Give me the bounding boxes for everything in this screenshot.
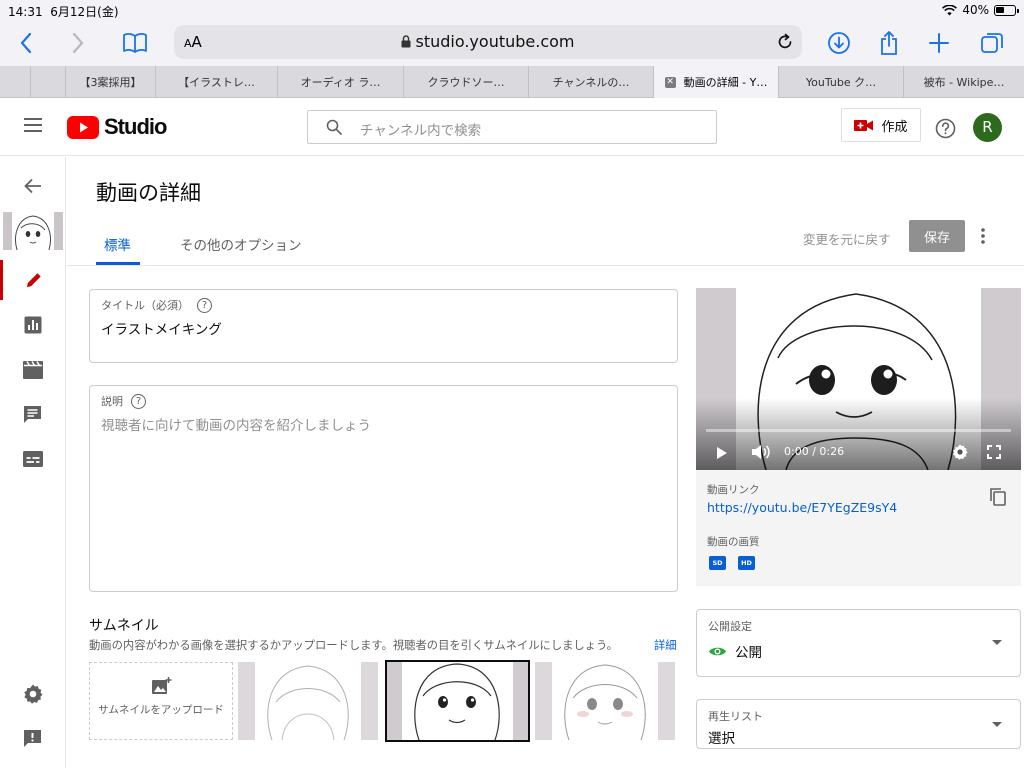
forward-icon[interactable] <box>63 28 93 58</box>
add-photo-icon <box>152 677 172 695</box>
copy-icon[interactable] <box>989 487 1007 507</box>
status-time: 14:31 6月12日(金) <box>8 5 119 19</box>
youtube-logo-icon <box>67 115 99 139</box>
dropdown-caret-icon <box>992 640 1002 645</box>
volume-icon[interactable] <box>751 444 770 460</box>
status-bar: 14:31 6月12日(金) 40% <box>0 0 1024 20</box>
video-settings-gear-icon[interactable] <box>952 444 968 460</box>
search-placeholder: チャンネル内で検索 <box>360 123 482 139</box>
browser-tab-active[interactable]: ✕ 動画の詳細 - Y… <box>653 66 778 98</box>
save-button[interactable]: 保存 <box>909 220 965 252</box>
description-textarea[interactable]: 視聴者に向けて動画の内容を紹介しましょう <box>101 414 371 434</box>
thumbnail-option-3[interactable] <box>535 662 675 740</box>
tab-more-options[interactable]: その他のオプション <box>180 234 302 254</box>
description-field[interactable]: 説明 ? 視聴者に向けて動画の内容を紹介しましょう <box>89 385 678 592</box>
undo-changes-button[interactable]: 変更を元に戻す <box>803 229 891 248</box>
feedback-icon[interactable] <box>0 718 65 758</box>
thumbnail-heading: サムネイル <box>89 618 159 634</box>
lock-icon <box>401 35 411 48</box>
page-title: 動画の詳細 <box>96 181 201 205</box>
video-quality-label: 動画の画質 <box>707 536 760 548</box>
details-edit-icon[interactable] <box>0 260 65 300</box>
help-icon[interactable]: ? <box>131 393 146 409</box>
subtitles-icon[interactable] <box>0 439 65 479</box>
browser-tab[interactable] <box>30 66 65 98</box>
browser-tab[interactable]: 【3案採用】 <box>65 66 155 98</box>
thumbnail-learn-more-link[interactable]: 詳細 <box>654 637 677 653</box>
more-vert-icon[interactable] <box>976 226 990 246</box>
help-icon[interactable] <box>935 118 956 139</box>
comments-icon[interactable] <box>0 394 65 434</box>
description-field-label: 説明 ? <box>101 393 146 409</box>
video-preview-card: 0:00 / 0:26 動画リンク https://youtu.be/E7YEg… <box>696 288 1021 586</box>
account-avatar[interactable]: R <box>973 113 1002 142</box>
reload-icon[interactable] <box>776 33 794 51</box>
visibility-select[interactable]: 公開設定 公開 <box>696 609 1021 677</box>
studio-sidebar <box>0 157 66 768</box>
battery-icon <box>994 4 1019 16</box>
wifi-icon <box>942 4 958 16</box>
downloads-icon[interactable] <box>824 28 854 58</box>
search-icon <box>326 119 342 135</box>
thumbnail-description: 動画の内容がわかる画像を選択するかアップロードします。視聴者の目を引くサムネイル… <box>89 639 618 652</box>
bookmarks-icon[interactable] <box>120 28 150 58</box>
battery-percent: 40% <box>962 3 989 17</box>
close-tab-icon[interactable]: ✕ <box>664 76 676 88</box>
studio-logo[interactable]: Studio <box>67 114 167 140</box>
visibility-value: 公開 <box>735 645 762 661</box>
browser-tab[interactable]: 【イラストレ… <box>155 66 277 98</box>
analytics-icon[interactable] <box>0 305 65 345</box>
back-to-videos-icon[interactable] <box>0 166 65 206</box>
browser-tab-strip: 【3案採用】 【イラストレ… オーディオ ラ… クラウドソー… チャンネルの… … <box>0 66 1024 98</box>
title-field[interactable]: タイトル（必須） ? イラストメイキング <box>89 289 678 363</box>
playlist-label: 再生リスト <box>708 710 763 723</box>
browser-tab[interactable]: クラウドソー… <box>403 66 528 98</box>
title-input[interactable]: イラストメイキング <box>101 318 222 338</box>
video-player[interactable]: 0:00 / 0:26 <box>696 288 1021 470</box>
share-icon[interactable] <box>874 28 904 58</box>
video-link-label: 動画リンク <box>707 484 760 496</box>
thumbnail-option-1[interactable] <box>238 662 378 740</box>
hd-quality-badge: HD <box>738 556 755 570</box>
studio-header: Studio チャンネル内で検索 作成 R <box>0 98 1024 156</box>
url-bar[interactable]: AA studio.youtube.com <box>174 25 802 59</box>
divider <box>66 265 1024 266</box>
dropdown-caret-icon <box>992 722 1002 727</box>
video-camera-add-icon <box>854 119 874 132</box>
back-icon[interactable] <box>11 28 41 58</box>
hamburger-menu-icon[interactable] <box>24 118 42 132</box>
tab-standard[interactable]: 標準 <box>104 234 131 254</box>
settings-gear-icon[interactable] <box>0 674 65 714</box>
upload-thumbnail-button[interactable]: サムネイルをアップロード <box>89 662 233 740</box>
play-icon[interactable] <box>716 446 728 460</box>
video-thumbnail-mini[interactable] <box>0 211 65 251</box>
sd-quality-badge: SD <box>709 556 726 570</box>
channel-search-input[interactable]: チャンネル内で検索 <box>307 110 717 144</box>
video-time: 0:00 / 0:26 <box>784 445 845 458</box>
video-link[interactable]: https://youtu.be/E7YEgZE9sY4 <box>707 500 897 515</box>
browser-tab[interactable]: 被布 - Wikipe… <box>903 66 1024 98</box>
tabs-overview-icon[interactable] <box>977 28 1007 58</box>
browser-tab[interactable]: チャンネルの… <box>528 66 653 98</box>
help-icon[interactable]: ? <box>197 297 212 313</box>
visibility-label: 公開設定 <box>708 620 752 633</box>
thumbnail-option-2-selected[interactable] <box>385 660 530 742</box>
url-text: studio.youtube.com <box>174 32 802 51</box>
browser-toolbar: AA studio.youtube.com <box>0 20 1024 66</box>
fullscreen-icon[interactable] <box>987 445 1001 459</box>
new-tab-icon[interactable] <box>924 28 954 58</box>
browser-tab[interactable]: YouTube ク… <box>778 66 903 98</box>
browser-tab[interactable]: オーディオ ラ… <box>277 66 403 98</box>
title-field-label: タイトル（必須） ? <box>101 297 212 313</box>
create-button[interactable]: 作成 <box>841 108 921 142</box>
playlist-select[interactable]: 再生リスト 選択 <box>696 699 1021 749</box>
playlist-value: 選択 <box>708 731 735 747</box>
eye-icon <box>708 645 727 658</box>
editor-clapper-icon[interactable] <box>0 350 65 390</box>
